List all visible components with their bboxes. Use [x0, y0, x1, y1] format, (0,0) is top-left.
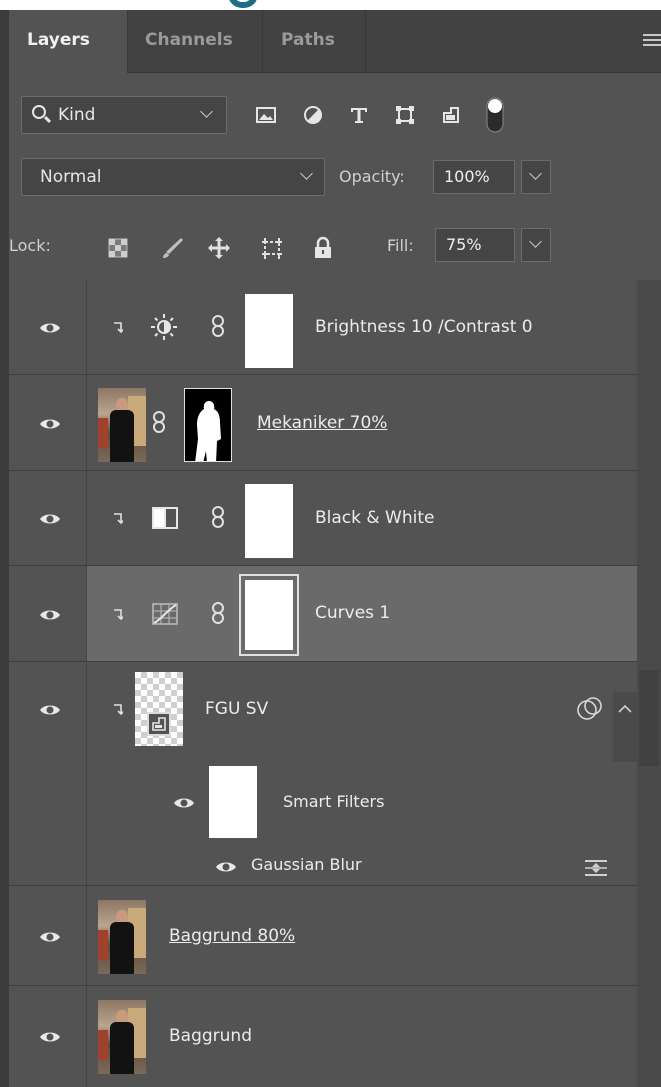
chevron-down-icon: [529, 235, 542, 248]
lock-label: Lock:: [9, 236, 51, 255]
scrollbar-thumb[interactable]: [639, 670, 659, 766]
eye-icon[interactable]: [39, 703, 61, 717]
panel-menu-icon[interactable]: [643, 34, 661, 48]
layer-mekaniker[interactable]: Mekaniker 70%: [9, 375, 637, 471]
lock-all-icon[interactable]: [310, 235, 336, 261]
layer-black-white[interactable]: Black & White: [9, 471, 637, 566]
lock-position-icon[interactable]: [206, 235, 232, 261]
smart-filters-eye-icon[interactable]: [173, 796, 195, 810]
layer-curves[interactable]: Curves 1: [9, 566, 637, 662]
eye-icon[interactable]: [39, 512, 61, 526]
blend-mode-select[interactable]: Normal: [21, 158, 325, 196]
filter-toggle-icon[interactable]: [484, 96, 506, 136]
blend-row: Normal Opacity: 100%: [9, 154, 661, 204]
tab-layers[interactable]: Layers: [9, 10, 127, 73]
opacity-label: Opacity:: [339, 167, 405, 186]
layers-scrollbar[interactable]: [637, 280, 661, 1087]
search-icon: [32, 105, 46, 119]
header-glyph-icon: [228, 0, 258, 8]
gaussian-blur-label[interactable]: Gaussian Blur: [251, 855, 362, 874]
layer-name[interactable]: FGU SV: [205, 699, 268, 719]
layer-baggrund[interactable]: Baggrund: [9, 986, 637, 1087]
eye-icon[interactable]: [39, 930, 61, 944]
panel-tab-bar: Layers Channels Paths: [9, 10, 661, 73]
eye-icon[interactable]: [39, 1030, 61, 1044]
layer-baggrund-80[interactable]: Baggrund 80%: [9, 886, 637, 986]
lock-transparent-pixels-icon[interactable]: [105, 235, 131, 261]
layers-panel: Layers Channels Paths Kind Normal Opacit…: [9, 10, 661, 1087]
opacity-input[interactable]: 100%: [433, 160, 515, 194]
adjustment-filter-icon[interactable]: [302, 104, 324, 126]
layer-mask-thumbnail[interactable]: [245, 484, 293, 558]
layers-list: Brightness 10 /Contrast 0 Mekaniker 70%: [9, 280, 661, 1087]
layer-thumbnail-photo[interactable]: [98, 388, 146, 462]
chevron-down-icon: [300, 167, 313, 180]
collapse-effects-button[interactable]: [613, 692, 637, 762]
lock-image-pixels-icon[interactable]: [159, 235, 185, 261]
filter-kind-label: Kind: [58, 105, 96, 125]
link-icon[interactable]: [211, 315, 225, 337]
layer-mask-thumbnail-selected[interactable]: [239, 574, 299, 656]
shape-filter-icon[interactable]: [394, 104, 416, 126]
filter-row: Kind: [9, 74, 661, 150]
filter-kind-select[interactable]: Kind: [21, 96, 227, 134]
panel-left-edge: [0, 10, 9, 1087]
clipping-arrow-icon: [113, 704, 123, 716]
link-icon[interactable]: [211, 602, 225, 624]
lock-row: Lock: Fill: 75%: [9, 220, 661, 276]
tab-separator: [365, 10, 366, 73]
chevron-down-icon: [200, 105, 213, 118]
clipping-arrow-icon: [113, 609, 123, 621]
link-icon[interactable]: [211, 506, 225, 528]
fill-input[interactable]: 75%: [435, 228, 515, 262]
curves-adjustment-icon: [151, 602, 179, 626]
smart-filters-mask-thumbnail[interactable]: [209, 766, 257, 838]
layer-name[interactable]: Baggrund: [169, 1026, 252, 1046]
chevron-down-icon: [529, 167, 542, 180]
clipping-arrow-icon: [113, 322, 123, 334]
layer-thumbnail-photo[interactable]: [98, 900, 146, 974]
tab-channels[interactable]: Channels: [127, 10, 262, 73]
smart-object-filter-icon[interactable]: [440, 104, 462, 126]
layer-name[interactable]: Brightness 10 /Contrast 0: [315, 317, 533, 337]
visibility-column: [9, 662, 87, 885]
layer-brightness-contrast[interactable]: Brightness 10 /Contrast 0: [9, 280, 637, 375]
eye-icon[interactable]: [39, 321, 61, 335]
black-white-adjustment-icon: [151, 506, 179, 530]
top-strip: [0, 0, 661, 10]
tab-paths[interactable]: Paths: [263, 10, 365, 73]
blend-mode-label: Normal: [40, 167, 102, 187]
layer-fgu-sv[interactable]: FGU SV Smart Filters Gaussian Blur: [9, 662, 637, 886]
fill-dropdown[interactable]: [521, 228, 551, 262]
smart-filter-effects-icon[interactable]: [575, 696, 605, 722]
opacity-dropdown[interactable]: [521, 160, 551, 194]
link-icon[interactable]: [152, 411, 166, 433]
lock-artboard-icon[interactable]: [259, 235, 285, 261]
layer-mask-thumbnail[interactable]: [245, 294, 293, 368]
fill-label: Fill:: [387, 236, 414, 255]
layer-name[interactable]: Baggrund 80%: [169, 926, 295, 946]
layer-mask-thumbnail[interactable]: [184, 388, 232, 462]
layer-name[interactable]: Mekaniker 70%: [257, 413, 387, 433]
clipping-arrow-icon: [113, 513, 123, 525]
brightness-adjustment-icon: [149, 312, 179, 342]
smart-filters-label[interactable]: Smart Filters: [283, 792, 384, 811]
layer-name[interactable]: Curves 1: [315, 603, 390, 623]
smart-object-badge-icon: [147, 712, 171, 736]
type-filter-icon[interactable]: [348, 104, 370, 126]
layer-thumbnail-photo[interactable]: [98, 1000, 146, 1074]
layer-name[interactable]: Black & White: [315, 508, 435, 528]
eye-icon[interactable]: [39, 608, 61, 622]
gaussian-blur-eye-icon[interactable]: [215, 860, 237, 874]
eye-icon[interactable]: [39, 417, 61, 431]
filter-blending-options-icon[interactable]: [583, 858, 609, 878]
image-filter-icon[interactable]: [255, 104, 277, 126]
